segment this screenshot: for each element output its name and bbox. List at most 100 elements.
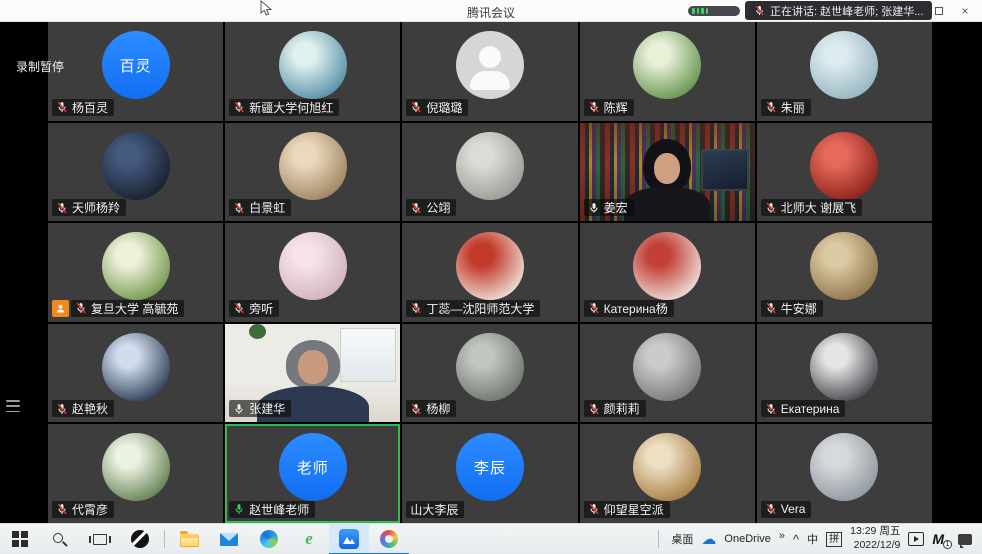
speaking-toast-area: 正在讲话: 赵世峰老师; 张建华... [688, 1, 932, 20]
avatar-photo [810, 333, 878, 401]
name-label: 张建华 [229, 400, 291, 417]
desktop-toolbar-label[interactable]: 桌面 [671, 531, 693, 547]
avatar-photo [810, 132, 878, 200]
chat-tray-icon[interactable] [958, 534, 972, 545]
participant-tile[interactable]: 颜莉莉 [580, 324, 755, 423]
participant-tile[interactable]: 北师大 谢展飞 [757, 123, 932, 222]
participant-tile[interactable]: 新疆大学何旭红 [225, 22, 400, 121]
name-label: 公翊 [406, 199, 456, 216]
participant-tile[interactable]: 公翊 [402, 123, 577, 222]
mic-muted-icon [588, 302, 600, 314]
participant-tile[interactable]: 陈辉 [580, 22, 755, 121]
participant-tile[interactable]: 代霄彦 [48, 424, 223, 523]
participant-tile[interactable]: 丁蕊—沈阳师范大学 [402, 223, 577, 322]
avatar-initials: 李辰 [456, 433, 524, 501]
name-label: 杨柳 [406, 400, 456, 417]
participant-tile[interactable]: 天师杨羚 [48, 123, 223, 222]
swirl-app-icon[interactable] [369, 524, 409, 554]
avatar-photo [279, 31, 347, 99]
participant-tile[interactable]: 老师赵世峰老师 [225, 424, 400, 523]
tencent-meeting-icon[interactable] [329, 524, 369, 554]
participant-tile[interactable]: Vera [757, 424, 932, 523]
participant-name: 杨百灵 [72, 99, 108, 116]
media-player-tray-icon[interactable] [908, 532, 924, 546]
participant-name: 白景虹 [249, 199, 285, 216]
participant-name: 杨柳 [426, 400, 450, 417]
participant-tile[interactable]: Екатерина [757, 324, 932, 423]
clock-date: 2022/12/9 [850, 539, 900, 553]
mic-muted-icon [233, 101, 245, 113]
mic-on-icon [588, 202, 600, 214]
mic-muted-icon [765, 101, 777, 113]
participant-tile[interactable]: 百灵杨百灵 [48, 22, 223, 121]
close-button[interactable]: × [952, 0, 978, 22]
edge-browser-icon[interactable] [249, 524, 289, 554]
participant-tile[interactable]: 仰望星空派 [580, 424, 755, 523]
participant-tile[interactable]: 倪璐璐 [402, 22, 577, 121]
name-label: 朱丽 [761, 99, 811, 116]
search-icon[interactable] [40, 524, 80, 554]
participant-tile[interactable]: 张建华 [225, 324, 400, 423]
screen: 腾讯会议 正在讲话: 赵世峰老师; 张建华... × 录制暂停 百灵杨百灵新疆大… [0, 0, 982, 554]
participant-grid: 百灵杨百灵新疆大学何旭红 倪璐璐陈辉 朱丽天师杨羚白景虹 公翊 姜宏北师大 谢展飞复旦大… [48, 22, 932, 523]
ime-language-indicator[interactable]: 中 [807, 531, 818, 547]
onedrive-icon[interactable]: ☁ [701, 532, 716, 547]
participant-tile[interactable]: 牛安娜 [757, 223, 932, 322]
avatar-photo [279, 132, 347, 200]
mic-muted-icon [56, 503, 68, 515]
participant-tile[interactable]: 杨柳 [402, 324, 577, 423]
window-titlebar: 腾讯会议 正在讲话: 赵世峰老师; 张建华... × [0, 0, 982, 22]
mic-muted-icon [56, 403, 68, 415]
toolbar-overflow-chevron[interactable]: » [779, 530, 785, 542]
participant-tile[interactable]: 白景虹 [225, 123, 400, 222]
taskbar-clock[interactable]: 13:29 周五 2022/12/9 [850, 525, 900, 552]
participant-tile[interactable]: 复旦大学 高毓苑 [48, 223, 223, 322]
name-label: 陈辉 [584, 99, 634, 116]
list-toggle-icon[interactable] [6, 400, 20, 412]
mic-muted-icon [56, 101, 68, 113]
start-menu-icon[interactable] [0, 524, 40, 554]
avatar-photo [102, 132, 170, 200]
mic-muted-icon [233, 202, 245, 214]
clock-time: 13:29 周五 [850, 525, 900, 539]
name-label: 赵世峰老师 [229, 501, 315, 518]
hidden-icons-chevron[interactable]: ^ [793, 532, 799, 547]
participant-name: 牛安娜 [781, 300, 817, 317]
name-label: 代霄彦 [52, 501, 114, 518]
participant-tile[interactable]: 旁听 [225, 223, 400, 322]
participant-name: Катерина杨 [604, 300, 668, 317]
name-label: 颜莉莉 [584, 400, 646, 417]
participant-tile[interactable]: 朱丽 [757, 22, 932, 121]
participant-name: 仰望星空派 [604, 501, 664, 518]
avatar-photo [456, 333, 524, 401]
taskbar-apps: e [0, 524, 409, 554]
name-label: Екатерина [761, 400, 846, 417]
avatar-photo [633, 31, 701, 99]
participant-tile[interactable]: Катерина杨 [580, 223, 755, 322]
ime-mode-indicator[interactable]: 拼 [826, 532, 842, 547]
green-e-browser-icon[interactable]: e [289, 524, 329, 554]
mic-muted-icon [410, 202, 422, 214]
participant-name: 山大李辰 [410, 501, 458, 518]
pinwheel-app-icon[interactable] [120, 524, 160, 554]
onedrive-label[interactable]: OneDrive [724, 533, 770, 545]
file-explorer-icon[interactable] [169, 524, 209, 554]
avatar-photo [456, 232, 524, 300]
speaking-toast-text: 正在讲话: 赵世峰老师; 张建华... [770, 3, 923, 19]
participant-tile[interactable]: 赵艳秋 [48, 324, 223, 423]
m1-tray-icon[interactable]: M1 [932, 531, 944, 547]
task-view-icon[interactable] [80, 524, 120, 554]
participant-name: 新疆大学何旭红 [249, 99, 333, 116]
participant-tile[interactable]: 姜宏 [580, 123, 755, 222]
default-avatar-icon [456, 31, 524, 99]
participant-name: 赵世峰老师 [249, 501, 309, 518]
mic-muted-icon [588, 503, 600, 515]
participant-name: Vera [781, 502, 806, 516]
mic-muted-icon [75, 302, 87, 314]
avatar-photo [279, 232, 347, 300]
participant-name: 北师大 谢展飞 [781, 199, 856, 216]
system-tray: 桌面 ☁ OneDrive » ^ 中 拼 13:29 周五 2022/12/9… [654, 525, 982, 552]
participant-tile[interactable]: 李辰山大李辰 [402, 424, 577, 523]
participant-name: 复旦大学 高毓苑 [91, 300, 178, 317]
mail-icon[interactable] [209, 524, 249, 554]
